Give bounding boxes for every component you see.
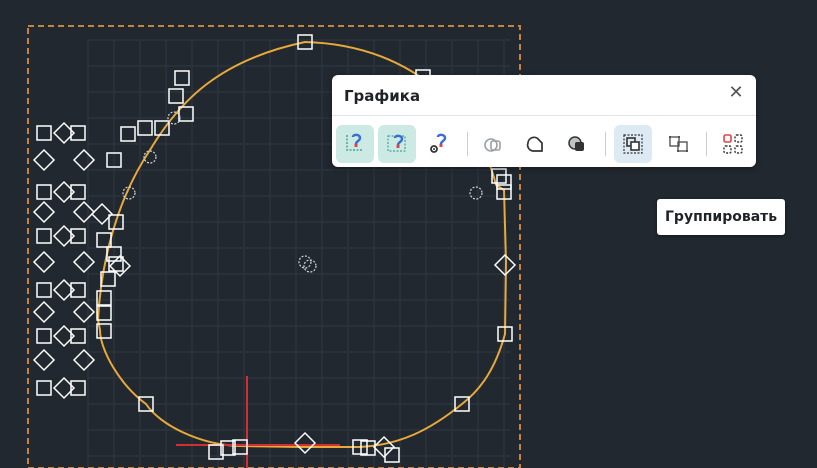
diamond-handles[interactable] bbox=[32, 121, 517, 459]
diamond-handle[interactable] bbox=[32, 148, 56, 172]
shape-subtract-icon bbox=[526, 136, 543, 152]
diamond-handle[interactable] bbox=[32, 200, 56, 224]
toolbar-separator bbox=[706, 132, 707, 156]
shape-intersect-icon bbox=[568, 136, 584, 151]
square-handle[interactable] bbox=[174, 70, 190, 86]
toolbar-separator bbox=[467, 132, 468, 156]
snap-grid-button[interactable] bbox=[336, 125, 374, 163]
square-handle[interactable] bbox=[36, 125, 52, 141]
diamond-handle[interactable] bbox=[108, 254, 132, 278]
square-handle[interactable] bbox=[36, 282, 52, 298]
diamond-handle[interactable] bbox=[32, 250, 56, 274]
node-marker bbox=[469, 186, 483, 200]
square-handle[interactable] bbox=[384, 447, 400, 463]
magnet-settings-button[interactable] bbox=[420, 125, 458, 163]
palette-divider bbox=[332, 115, 756, 116]
diamond-handle[interactable] bbox=[72, 348, 96, 372]
group-icon bbox=[623, 134, 643, 154]
group-button[interactable] bbox=[614, 125, 652, 163]
diamond-handle[interactable] bbox=[32, 348, 56, 372]
group-tooltip: Группировать bbox=[657, 199, 786, 235]
graphics-palette: Графика ✕ bbox=[332, 75, 756, 167]
square-handle[interactable] bbox=[36, 380, 52, 396]
square-handle[interactable] bbox=[168, 88, 184, 104]
palette-title: Графика bbox=[344, 87, 421, 105]
diamond-handle[interactable] bbox=[72, 200, 96, 224]
select-nodes-button[interactable] bbox=[714, 125, 752, 163]
ungroup-button[interactable] bbox=[660, 125, 698, 163]
magnet-settings-icon bbox=[430, 133, 447, 153]
diamond-handle[interactable] bbox=[72, 250, 96, 274]
shape-subtract-button[interactable] bbox=[516, 125, 554, 163]
diamond-handle[interactable] bbox=[372, 435, 396, 459]
square-handle[interactable] bbox=[36, 184, 52, 200]
square-handle[interactable] bbox=[36, 228, 52, 244]
snap-magnet-area-icon bbox=[387, 134, 406, 152]
snap-magnet-grid-icon bbox=[346, 133, 363, 151]
diamond-handle[interactable] bbox=[72, 148, 96, 172]
select-all-nodes-icon bbox=[723, 134, 743, 154]
toolbar-separator bbox=[605, 132, 606, 156]
ungroup-icon bbox=[669, 136, 688, 152]
shape-union-outline-icon bbox=[484, 138, 501, 152]
snap-area-button[interactable] bbox=[378, 125, 416, 163]
diamond-handle[interactable] bbox=[293, 431, 317, 455]
diamond-handle[interactable] bbox=[32, 300, 56, 324]
diamond-handle[interactable] bbox=[72, 300, 96, 324]
close-icon[interactable]: ✕ bbox=[726, 83, 746, 103]
shape-union-button[interactable] bbox=[474, 125, 512, 163]
square-handle[interactable] bbox=[36, 328, 52, 344]
square-handle[interactable] bbox=[120, 126, 136, 142]
shape-intersect-button[interactable] bbox=[558, 125, 596, 163]
square-handle[interactable] bbox=[360, 440, 376, 456]
